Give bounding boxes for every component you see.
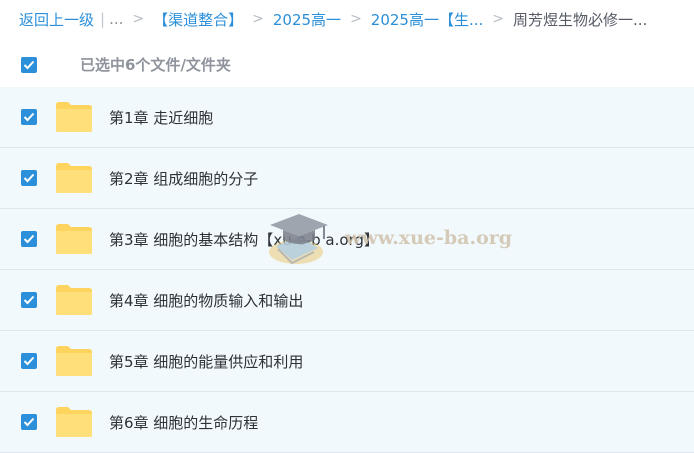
file-name[interactable]: 第2章 组成细胞的分子 — [109, 168, 258, 189]
breadcrumb-separator-icon: > — [350, 11, 362, 27]
select-all-checkbox[interactable] — [21, 57, 37, 73]
folder-icon — [56, 224, 92, 254]
check-icon — [23, 112, 35, 122]
folder-icon — [56, 102, 92, 132]
row-checkbox[interactable] — [21, 231, 37, 247]
folder-icon — [56, 407, 92, 437]
folder-icon — [56, 285, 92, 315]
check-icon — [23, 356, 35, 366]
file-name[interactable]: 第1章 走近细胞 — [109, 107, 213, 128]
check-icon — [23, 173, 35, 183]
file-row[interactable]: 第6章 细胞的生命历程 — [0, 392, 694, 453]
folder-icon — [56, 163, 92, 193]
folder-icon — [56, 346, 92, 376]
breadcrumb-separator-icon: > — [132, 11, 145, 27]
row-checkbox[interactable] — [21, 109, 37, 125]
file-row[interactable]: 第1章 走近细胞 — [0, 87, 694, 148]
row-checkbox[interactable] — [21, 292, 37, 308]
file-name[interactable]: 第4章 细胞的物质输入和输出 — [109, 290, 303, 311]
row-checkbox[interactable] — [21, 353, 37, 369]
check-icon — [23, 234, 35, 244]
breadcrumb-divider: | — [100, 10, 106, 28]
breadcrumb-ellipsis[interactable]: ... — [109, 10, 123, 28]
file-name[interactable]: 第6章 细胞的生命历程 — [109, 412, 258, 433]
breadcrumb-separator-icon: > — [252, 11, 264, 27]
breadcrumb-item-grade[interactable]: 2025高一 — [273, 9, 341, 30]
selection-bar: 已选中6个文件/文件夹 — [0, 48, 694, 82]
breadcrumb-item-subject[interactable]: 2025高一【生... — [371, 9, 483, 30]
breadcrumb-separator-icon: > — [492, 11, 505, 27]
file-list: 第1章 走近细胞 第2章 组成细胞的分子 第3章 细胞的基本结构【xu e-b … — [0, 87, 694, 453]
breadcrumb-item-channel[interactable]: 【渠道整合】 — [153, 9, 243, 30]
row-checkbox[interactable] — [21, 170, 37, 186]
file-row[interactable]: 第3章 细胞的基本结构【xu e-b a.org】 — [0, 209, 694, 270]
file-name[interactable]: 第3章 细胞的基本结构【xu e-b a.org】 — [109, 229, 379, 250]
breadcrumb-current: 周芳煜生物必修一... — [513, 10, 648, 29]
file-row[interactable]: 第4章 细胞的物质输入和输出 — [0, 270, 694, 331]
file-name[interactable]: 第5章 细胞的能量供应和利用 — [109, 351, 303, 372]
selection-count: 已选中6个文件/文件夹 — [80, 56, 231, 74]
back-link[interactable]: 返回上一级 — [19, 9, 94, 30]
row-checkbox[interactable] — [21, 414, 37, 430]
check-icon — [23, 295, 35, 305]
breadcrumb: 返回上一级 | ... > 【渠道整合】 > 2025高一 > 2025高一【生… — [0, 0, 694, 38]
check-icon — [23, 60, 35, 70]
check-icon — [23, 417, 35, 427]
file-row[interactable]: 第5章 细胞的能量供应和利用 — [0, 331, 694, 392]
file-row[interactable]: 第2章 组成细胞的分子 — [0, 148, 694, 209]
